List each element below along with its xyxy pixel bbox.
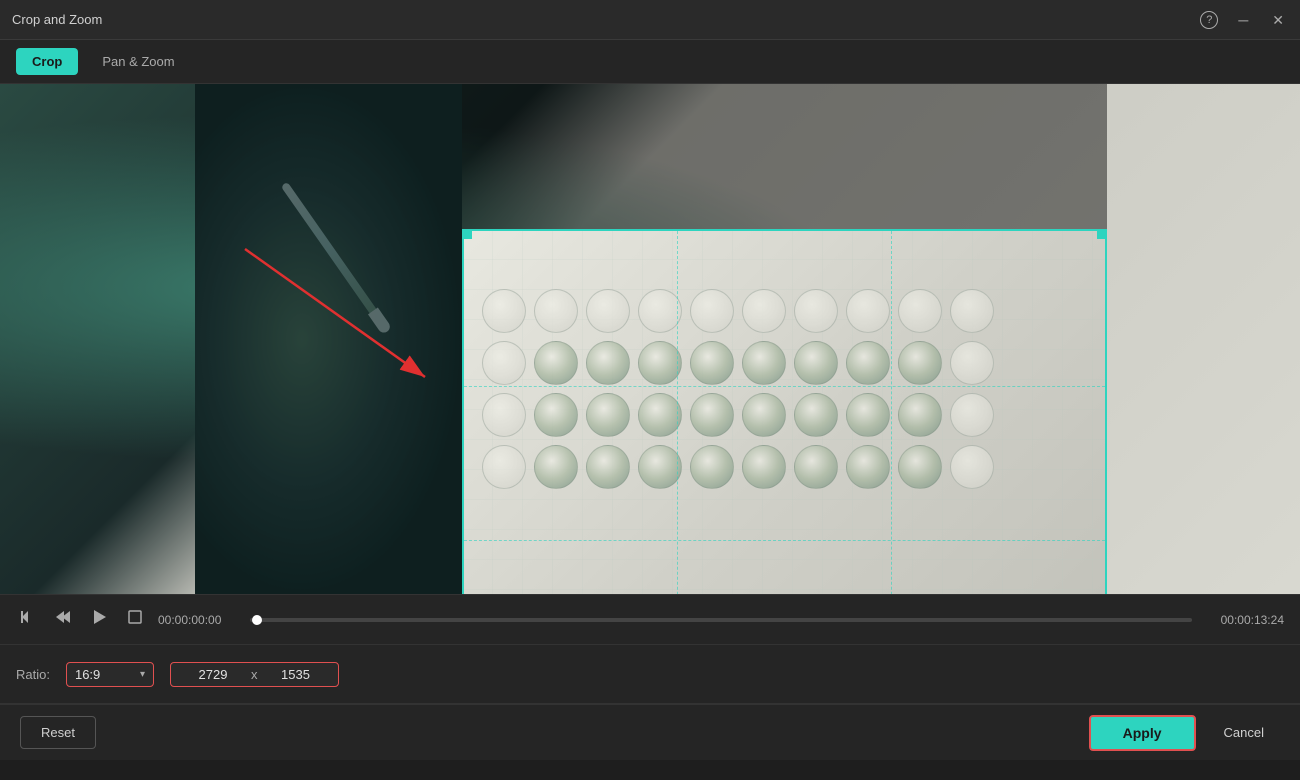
- tab-pan-zoom[interactable]: Pan & Zoom: [86, 48, 190, 75]
- well-cell: [534, 393, 578, 437]
- progress-bar[interactable]: [250, 618, 1192, 622]
- width-input[interactable]: [183, 667, 243, 682]
- well-cell: [950, 393, 994, 437]
- well-cell: [638, 289, 682, 333]
- playback-bar: 00:00:00:00 00:00:13:24: [0, 594, 1300, 644]
- title-bar: Crop and Zoom ? ─ ✕: [0, 0, 1300, 40]
- cancel-button[interactable]: Cancel: [1208, 717, 1280, 748]
- reset-button[interactable]: Reset: [20, 716, 96, 749]
- well-cell: [898, 289, 942, 333]
- well-cell: [534, 445, 578, 489]
- well-plate-area: [462, 229, 1107, 594]
- progress-dot: [252, 615, 262, 625]
- tab-crop[interactable]: Crop: [16, 48, 78, 75]
- close-button[interactable]: ✕: [1268, 11, 1288, 29]
- well-cell: [898, 341, 942, 385]
- window-title: Crop and Zoom: [12, 12, 102, 27]
- well-cell: [846, 393, 890, 437]
- well-cell: [742, 393, 786, 437]
- well-cell: [638, 341, 682, 385]
- outside-crop-top: [462, 84, 1107, 229]
- well-cell: [482, 445, 526, 489]
- well-cell: [742, 289, 786, 333]
- back-to-start-button[interactable]: [16, 605, 40, 634]
- well-cell: [482, 341, 526, 385]
- action-bar: Reset Apply Cancel: [0, 704, 1300, 760]
- well-cell: [534, 289, 578, 333]
- stop-button[interactable]: [124, 606, 146, 633]
- well-cell: [794, 445, 838, 489]
- chevron-down-icon: ▾: [140, 669, 145, 680]
- well-cell: [794, 341, 838, 385]
- red-arrow: [225, 229, 445, 404]
- ratio-select[interactable]: 16:9 4:3 1:1 9:16 Custom: [75, 667, 136, 682]
- tab-bar: Crop Pan & Zoom: [0, 40, 1300, 84]
- playback-time-current: 00:00:00:00: [158, 613, 238, 627]
- well-cell: [898, 393, 942, 437]
- well-cell: [482, 393, 526, 437]
- play-button[interactable]: [88, 605, 112, 634]
- well-cell: [690, 445, 734, 489]
- well-cell: [846, 341, 890, 385]
- well-cell: [534, 341, 578, 385]
- well-cell: [794, 289, 838, 333]
- well-cell: [794, 393, 838, 437]
- well-cell: [690, 393, 734, 437]
- dimensions-wrapper[interactable]: x: [170, 662, 339, 687]
- well-cell: [950, 341, 994, 385]
- minimize-button[interactable]: ─: [1234, 11, 1252, 29]
- video-preview: [0, 84, 1300, 594]
- action-right-group: Apply Cancel: [1089, 715, 1280, 751]
- well-cell: [586, 341, 630, 385]
- wells-grid: [482, 289, 998, 594]
- ratio-select-wrapper[interactable]: 16:9 4:3 1:1 9:16 Custom ▾: [66, 662, 154, 687]
- well-cell: [690, 341, 734, 385]
- apply-button[interactable]: Apply: [1089, 715, 1196, 751]
- help-button[interactable]: ?: [1200, 11, 1218, 29]
- playback-time-total: 00:00:13:24: [1204, 613, 1284, 627]
- well-cell: [482, 289, 526, 333]
- dimension-separator: x: [251, 667, 258, 682]
- well-cell: [638, 393, 682, 437]
- well-cell: [690, 289, 734, 333]
- well-cell: [846, 289, 890, 333]
- video-frame: [0, 84, 1300, 594]
- well-cell: [950, 289, 994, 333]
- well-cell: [846, 445, 890, 489]
- well-cell: [586, 445, 630, 489]
- well-cell: [586, 393, 630, 437]
- well-cell: [950, 445, 994, 489]
- height-input[interactable]: [266, 667, 326, 682]
- ratio-bar: Ratio: 16:9 4:3 1:1 9:16 Custom ▾ x: [0, 644, 1300, 704]
- step-back-button[interactable]: [52, 605, 76, 634]
- well-cell: [742, 341, 786, 385]
- well-cell: [586, 289, 630, 333]
- ratio-label: Ratio:: [16, 667, 50, 682]
- well-cell: [638, 445, 682, 489]
- well-cell: [742, 445, 786, 489]
- well-cell: [898, 445, 942, 489]
